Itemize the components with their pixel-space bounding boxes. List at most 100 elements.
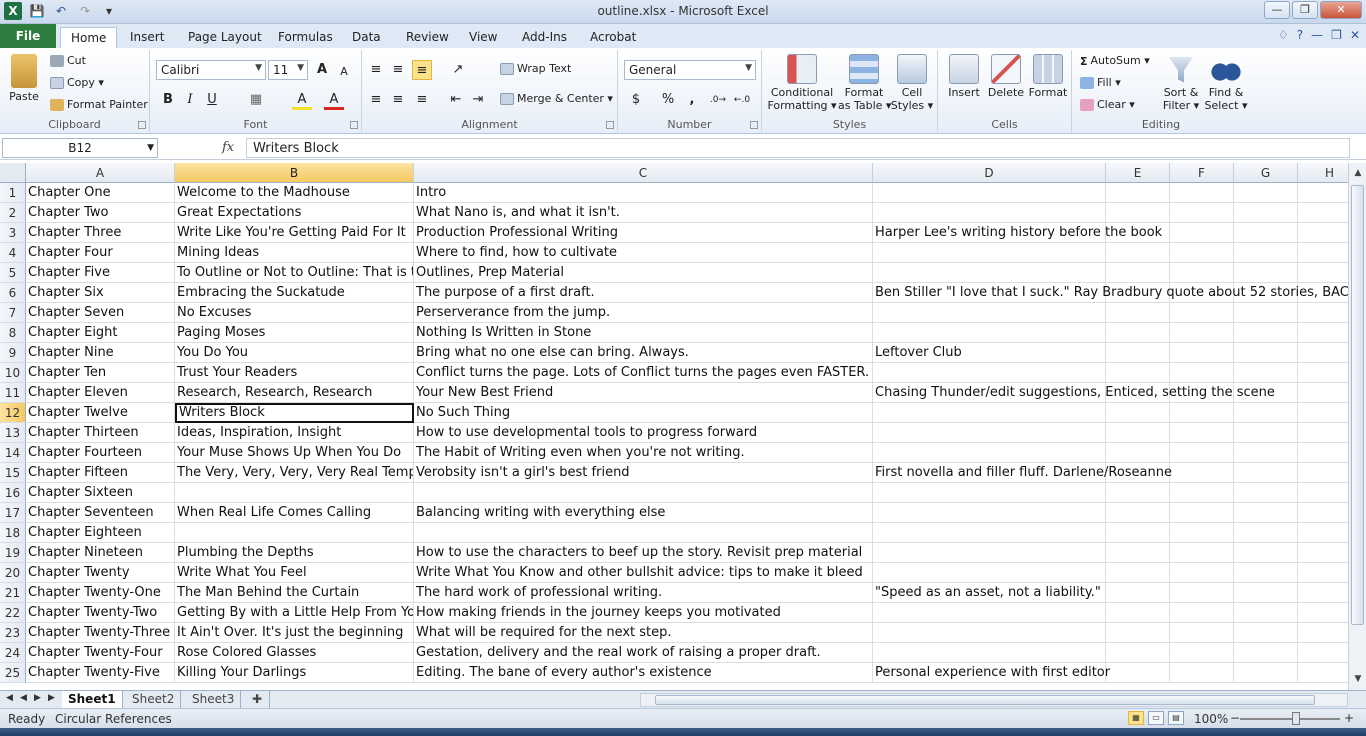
cell-h1[interactable] <box>1298 183 1348 203</box>
copy-button[interactable]: Copy ▾ <box>50 76 104 89</box>
cell-h20[interactable] <box>1298 563 1348 583</box>
prev-sheet-icon[interactable]: ◀ <box>20 693 30 703</box>
cell-d19[interactable] <box>873 543 1106 563</box>
cell-e16[interactable] <box>1106 483 1170 503</box>
cell-h21[interactable] <box>1298 583 1348 603</box>
row-header[interactable]: 4 <box>0 243 26 263</box>
row-header[interactable]: 16 <box>0 483 26 503</box>
tab-add-ins[interactable]: Add-Ins <box>512 27 577 48</box>
font-color-button[interactable]: A <box>324 90 344 110</box>
cell-a11[interactable]: Chapter Eleven <box>26 383 175 403</box>
cell-h13[interactable] <box>1298 423 1348 443</box>
zoom-out-icon[interactable]: − <box>1230 711 1240 725</box>
help-icon[interactable]: ? <box>1297 28 1303 42</box>
shrink-font-button[interactable]: A <box>334 62 354 82</box>
row-header[interactable]: 13 <box>0 423 26 443</box>
row-header[interactable]: 9 <box>0 343 26 363</box>
cell-c13[interactable]: How to use developmental tools to progre… <box>414 423 873 443</box>
cell-e1[interactable] <box>1106 183 1170 203</box>
cell-e19[interactable] <box>1106 543 1170 563</box>
align-top-icon[interactable]: ≡ <box>366 60 386 80</box>
tab-data[interactable]: Data <box>342 27 391 48</box>
clipboard-launcher-icon[interactable] <box>138 121 146 129</box>
cell-a8[interactable]: Chapter Eight <box>26 323 175 343</box>
cell-h24[interactable] <box>1298 643 1348 663</box>
row-header[interactable]: 2 <box>0 203 26 223</box>
cell-b3[interactable]: Write Like You're Getting Paid For It <box>175 223 414 243</box>
insert-sheet-icon[interactable]: ✚ <box>246 691 270 708</box>
cell-e18[interactable] <box>1106 523 1170 543</box>
cell-f16[interactable] <box>1170 483 1234 503</box>
cell-e5[interactable] <box>1106 263 1170 283</box>
cell-d21[interactable]: "Speed as an asset, not a liability." <box>873 583 1106 603</box>
cell-d8[interactable] <box>873 323 1106 343</box>
fill-color-button[interactable]: A <box>292 90 312 110</box>
number-format-combo[interactable]: General ▼ <box>624 60 756 80</box>
cell-e17[interactable] <box>1106 503 1170 523</box>
cell-d6[interactable]: Ben Stiller "I love that I suck." Ray Br… <box>873 283 1348 303</box>
cell-g10[interactable] <box>1234 363 1298 383</box>
cell-d16[interactable] <box>873 483 1106 503</box>
minimize-button[interactable]: — <box>1264 1 1290 19</box>
cell-a23[interactable]: Chapter Twenty-Three <box>26 623 175 643</box>
cell-d22[interactable] <box>873 603 1106 623</box>
font-name-combo[interactable]: Calibri ▼ <box>156 60 266 80</box>
cell-e23[interactable] <box>1106 623 1170 643</box>
cell-b23[interactable]: It Ain't Over. It's just the beginning <box>175 623 414 643</box>
cell-g22[interactable] <box>1234 603 1298 623</box>
tab-review[interactable]: Review <box>396 27 459 48</box>
cell-d25[interactable]: Personal experience with first editor <box>873 663 1110 683</box>
cell-b20[interactable]: Write What You Feel <box>175 563 414 583</box>
cell-c21[interactable]: The hard work of professional writing. <box>414 583 873 603</box>
borders-button[interactable]: ▦ <box>246 90 266 110</box>
zoom-slider[interactable] <box>1240 718 1340 720</box>
cell-b11[interactable]: Research, Research, Research <box>175 383 414 403</box>
align-left-icon[interactable]: ≡ <box>366 90 386 110</box>
cell-h4[interactable] <box>1298 243 1348 263</box>
vertical-scrollbar[interactable]: ▲ ▼ <box>1348 163 1366 690</box>
cell-f24[interactable] <box>1170 643 1234 663</box>
cell-g13[interactable] <box>1234 423 1298 443</box>
cell-h3[interactable] <box>1298 223 1348 243</box>
cell-b15[interactable]: The Very, Very, Very, Very Real Temptati… <box>175 463 414 483</box>
cell-b4[interactable]: Mining Ideas <box>175 243 414 263</box>
cell-d18[interactable] <box>873 523 1106 543</box>
row-header[interactable]: 11 <box>0 383 26 403</box>
cell-c9[interactable]: Bring what no one else can bring. Always… <box>414 343 873 363</box>
cell-d4[interactable] <box>873 243 1106 263</box>
cell-c2[interactable]: What Nano is, and what it isn't. <box>414 203 873 223</box>
cell-a10[interactable]: Chapter Ten <box>26 363 175 383</box>
cell-b2[interactable]: Great Expectations <box>175 203 414 223</box>
font-launcher-icon[interactable] <box>350 121 358 129</box>
orientation-icon[interactable]: ↗ <box>448 60 468 80</box>
zoom-level[interactable]: 100% <box>1194 712 1228 726</box>
row-header[interactable]: 25 <box>0 663 26 683</box>
fill-button[interactable]: Fill ▾ <box>1080 76 1121 89</box>
font-size-combo[interactable]: 11 ▼ <box>268 60 308 80</box>
cell-h19[interactable] <box>1298 543 1348 563</box>
cell-g2[interactable] <box>1234 203 1298 223</box>
cell-a18[interactable]: Chapter Eighteen <box>26 523 175 543</box>
find-select-button[interactable]: Find & Select ▾ <box>1204 54 1248 112</box>
cell-a3[interactable]: Chapter Three <box>26 223 175 243</box>
cell-g23[interactable] <box>1234 623 1298 643</box>
cell-d10[interactable] <box>873 363 1106 383</box>
clear-button[interactable]: Clear ▾ <box>1080 98 1135 111</box>
cell-h15[interactable] <box>1298 463 1348 483</box>
increase-indent-icon[interactable]: ⇥ <box>468 90 488 110</box>
row-header[interactable]: 19 <box>0 543 26 563</box>
minimize-ribbon-icon[interactable]: ♢ <box>1278 28 1289 42</box>
cell-c6[interactable]: The purpose of a first draft. <box>414 283 873 303</box>
cell-f23[interactable] <box>1170 623 1234 643</box>
cell-g16[interactable] <box>1234 483 1298 503</box>
cell-c19[interactable]: How to use the characters to beef up the… <box>414 543 873 563</box>
bold-button[interactable]: B <box>158 90 178 110</box>
italic-button[interactable]: I <box>180 90 200 110</box>
column-header-b[interactable]: B <box>175 163 414 183</box>
cell-e21[interactable] <box>1106 583 1170 603</box>
format-as-table-button[interactable]: Format as Table ▾ <box>838 54 891 112</box>
cell-h22[interactable] <box>1298 603 1348 623</box>
cell-e7[interactable] <box>1106 303 1170 323</box>
cell-e13[interactable] <box>1106 423 1170 443</box>
zoom-slider-handle[interactable] <box>1292 712 1300 725</box>
